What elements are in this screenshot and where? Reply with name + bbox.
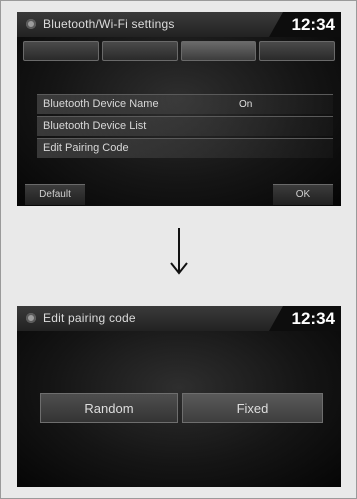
fixed-button[interactable]: Fixed <box>182 393 323 423</box>
list-item-label: Bluetooth Device Name <box>43 98 159 110</box>
tab-4[interactable] <box>259 41 335 61</box>
clock: 12:34 <box>291 309 335 328</box>
tab-1[interactable] <box>23 41 99 61</box>
softkey-bar: Default OK <box>17 184 341 206</box>
title-bar: Edit pairing code 12:34 <box>17 306 341 331</box>
ok-button[interactable]: OK <box>273 184 333 205</box>
list-item-edit-pairing-code[interactable]: Edit Pairing Code <box>37 138 333 158</box>
list-item-device-name[interactable]: Bluetooth Device Name On <box>37 94 333 114</box>
settings-tabs <box>23 41 335 61</box>
edit-pairing-code-screen: Edit pairing code 12:34 Random Fixed <box>17 306 341 487</box>
down-arrow-icon <box>170 228 188 275</box>
bluetooth-settings-screen: Bluetooth/Wi-Fi settings 12:34 Bluetooth… <box>17 12 341 206</box>
random-button[interactable]: Random <box>40 393 178 423</box>
clock-panel: 12:34 <box>269 12 341 37</box>
screen-title: Edit pairing code <box>43 311 136 325</box>
list-item-label: Bluetooth Device List <box>43 120 147 132</box>
settings-dot-icon <box>26 313 36 323</box>
clock-panel: 12:34 <box>269 306 341 331</box>
tab-3[interactable] <box>180 41 257 61</box>
tab-2[interactable] <box>101 41 178 61</box>
title-bar: Bluetooth/Wi-Fi settings 12:34 <box>17 12 341 37</box>
settings-dot-icon <box>26 19 36 29</box>
list-item-value: On <box>239 99 253 110</box>
list-item-device-list[interactable]: Bluetooth Device List <box>37 116 333 136</box>
default-button[interactable]: Default <box>25 184 85 205</box>
screen-title: Bluetooth/Wi-Fi settings <box>43 17 175 31</box>
clock: 12:34 <box>291 15 335 34</box>
list-item-label: Edit Pairing Code <box>43 142 129 154</box>
settings-list: Bluetooth Device Name On Bluetooth Devic… <box>37 94 333 160</box>
